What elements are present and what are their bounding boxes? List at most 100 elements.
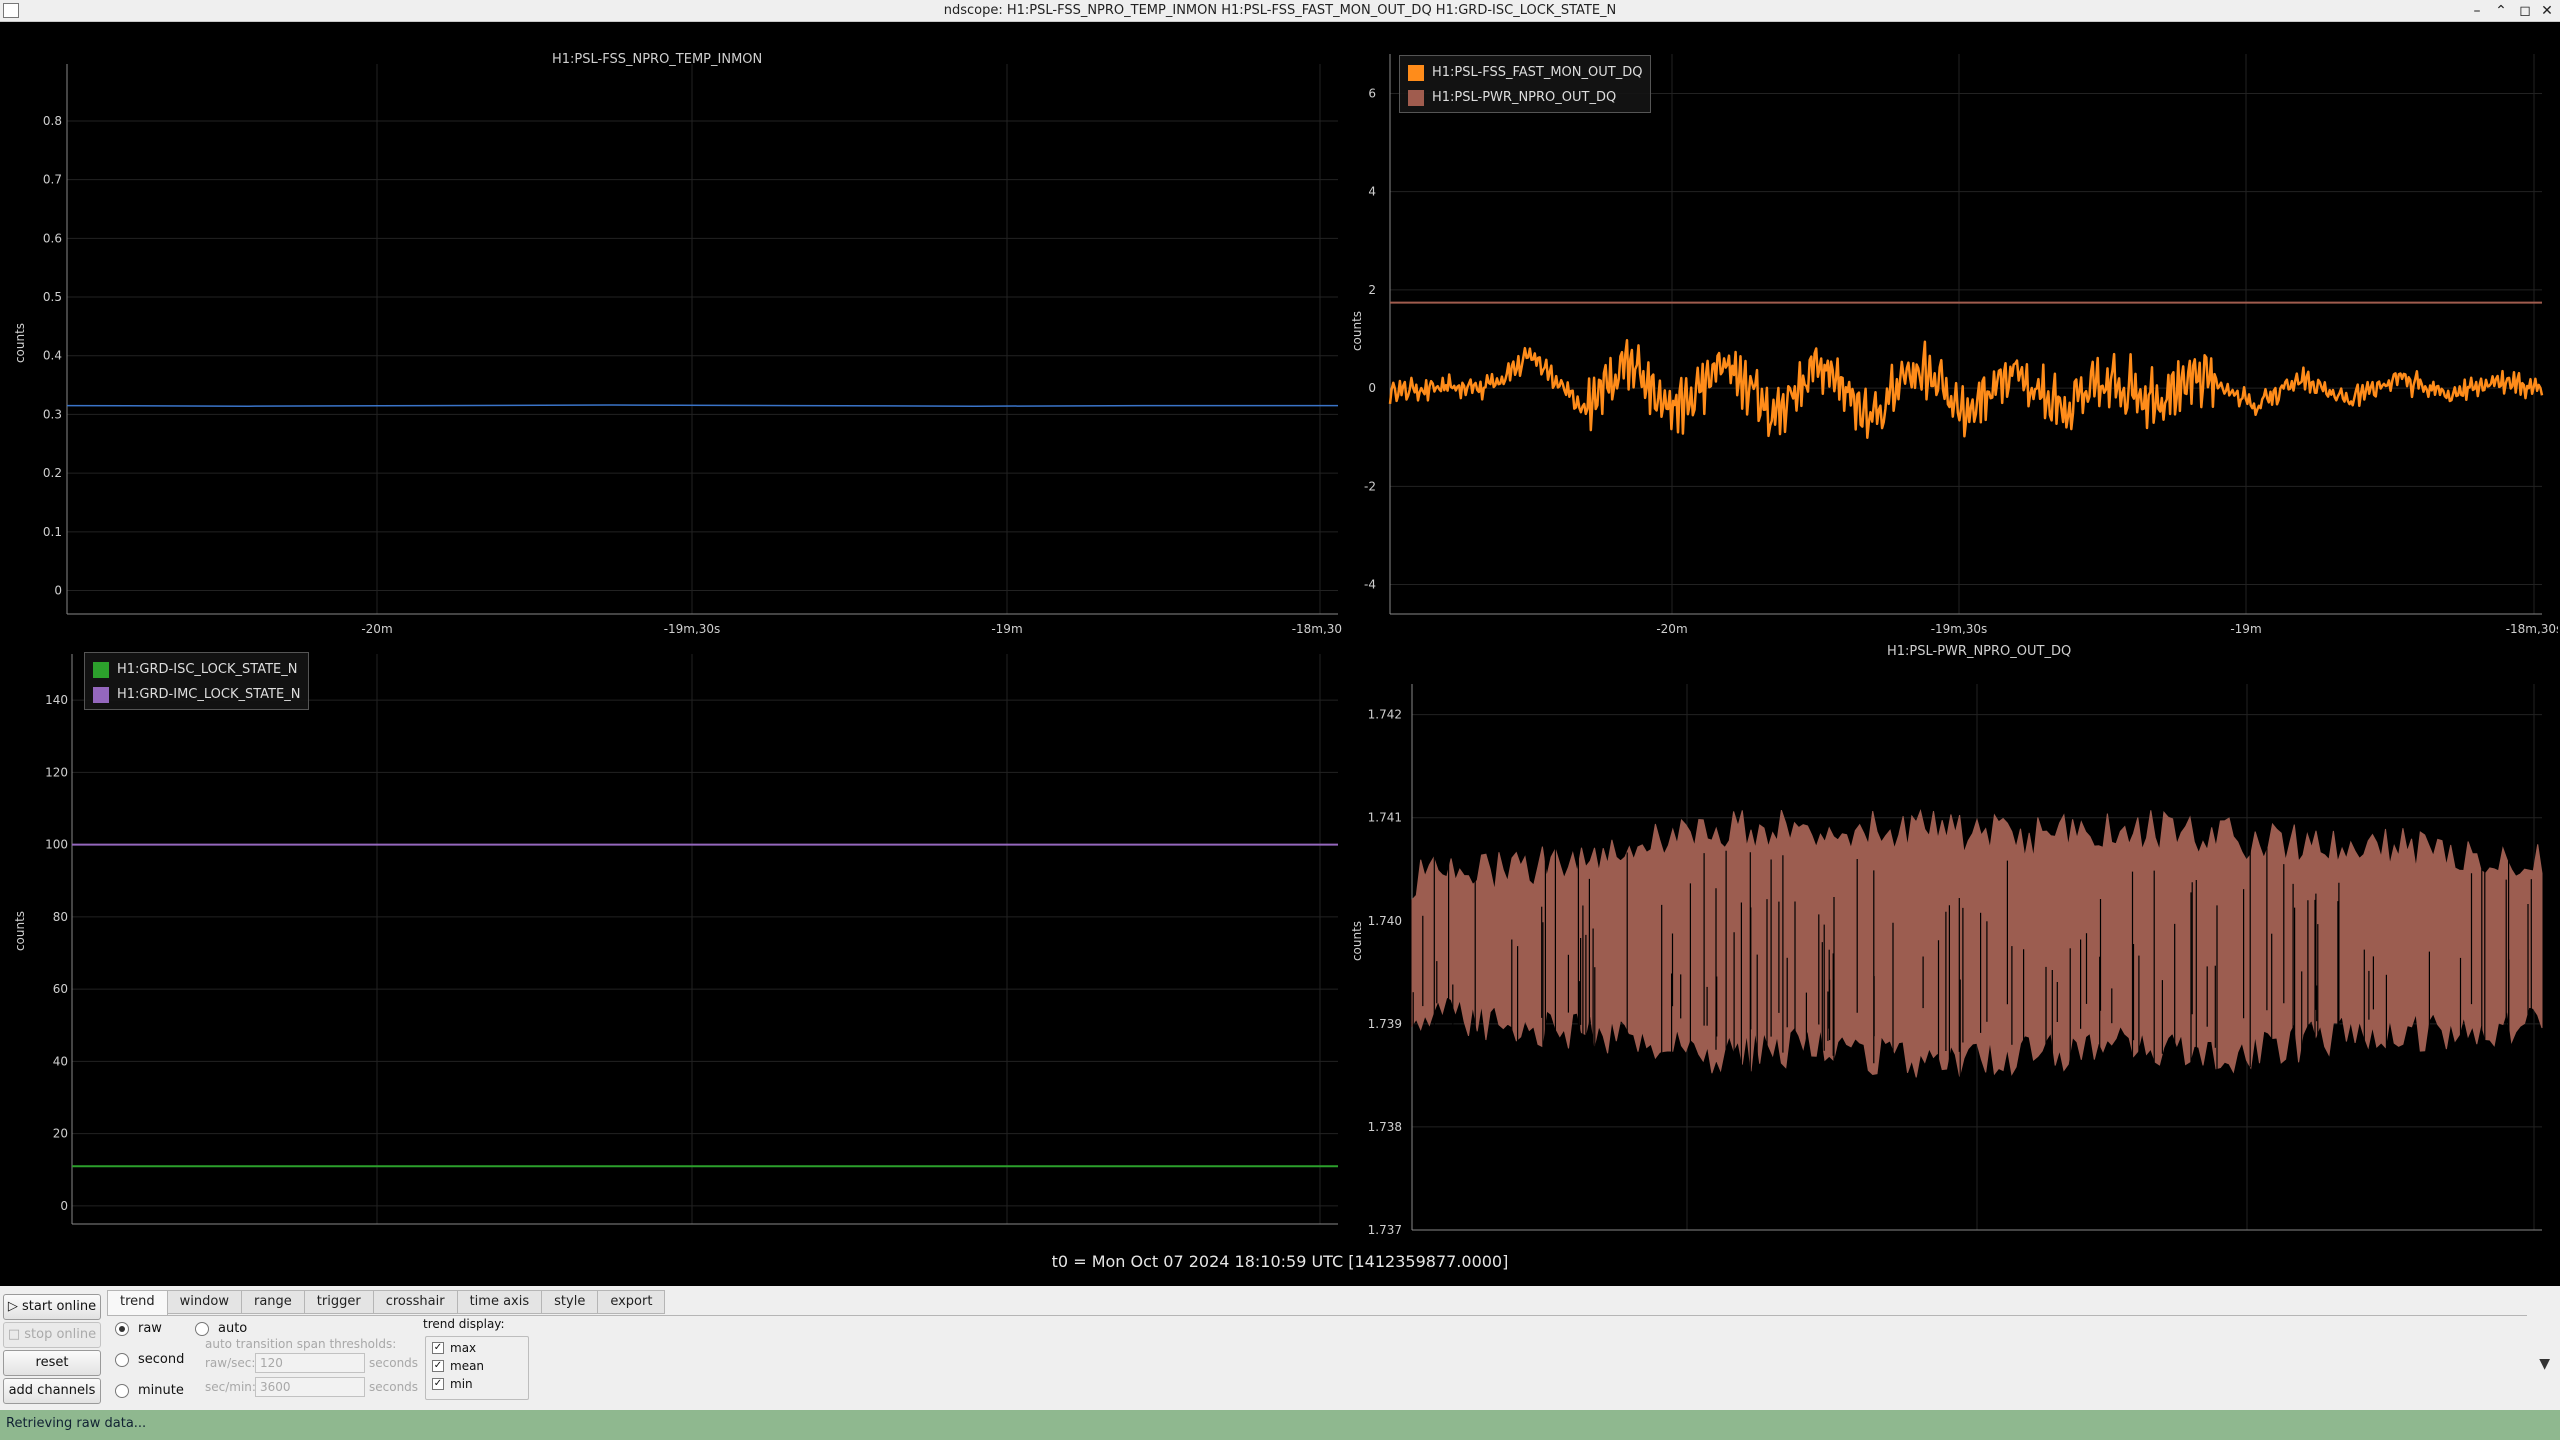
check-icon: ✓: [432, 1360, 444, 1372]
legend-item-fast-mon[interactable]: H1:PSL-FSS_FAST_MON_OUT_DQ: [1408, 60, 1642, 85]
plot-pwr-npro-ylabel: counts: [1350, 920, 1365, 962]
start-online-label: start online: [22, 1299, 97, 1314]
scope-area: -20m -19m,30s -19m -18m,30s 0.8 0.7 0.6 0.5 0.4 0…: [2, 24, 2558, 1285]
tab-trend[interactable]: trend: [107, 1290, 168, 1316]
series-line-npro-temp: [66, 404, 1338, 407]
plot-fast-mon-ylabel: counts: [1350, 310, 1365, 352]
tab-style[interactable]: style: [541, 1290, 599, 1314]
trend-auto-radio[interactable]: auto: [195, 1321, 247, 1336]
sec-min-input[interactable]: 3600: [255, 1377, 365, 1397]
maximize-icon[interactable]: ◻: [2514, 1, 2536, 21]
y-tick-label: 1.742: [1368, 708, 1402, 722]
trend-raw-radio[interactable]: raw: [115, 1321, 162, 1336]
plot-npro-temp-ylabel: counts: [13, 322, 28, 364]
expand-panel-icon[interactable]: ▼: [2539, 1356, 2550, 1372]
y-tick-label: 1.741: [1368, 811, 1402, 825]
trend-min-checkbox[interactable]: ✓ min: [432, 1377, 473, 1391]
x-tick-label: -20m: [361, 1232, 392, 1234]
plot-npro-temp-canvas[interactable]: -20m -19m,30s -19m -18m,30s 0.8 0.7 0.6 0.5 0.4 0…: [2, 24, 1342, 634]
raw-sec-input[interactable]: 120: [255, 1353, 365, 1373]
y-tick-label: 0.2: [43, 466, 62, 480]
legend-swatch-imc-lock: [93, 686, 109, 703]
tab-crosshair[interactable]: crosshair: [372, 1290, 458, 1314]
trend-min-label: min: [450, 1377, 473, 1391]
y-tick-label: 1.738: [1368, 1120, 1402, 1134]
trend-display-group: ✓ max ✓ mean ✓ min: [425, 1336, 529, 1400]
y-tick-label: -2: [1364, 479, 1376, 493]
plot-lock-state-ylabel: counts: [13, 910, 28, 952]
legend-item-pwr-npro[interactable]: H1:PSL-PWR_NPRO_OUT_DQ: [1408, 85, 1642, 110]
start-online-button[interactable]: ▷ start online: [3, 1294, 101, 1320]
stop-online-label: stop online: [24, 1327, 97, 1342]
y-tick-label: 0.7: [43, 173, 62, 187]
close-icon[interactable]: ✕: [2536, 1, 2558, 21]
x-tick-label: -18m,30s: [1292, 1232, 1342, 1234]
restore-icon[interactable]: ⌃: [2490, 1, 2512, 21]
trend-minute-radio[interactable]: minute: [115, 1383, 184, 1398]
window-title: ndscope: H1:PSL-FSS_NPRO_TEMP_INMON H1:P…: [943, 3, 1617, 18]
y-tick-label: 0.8: [43, 114, 62, 128]
y-tick-label: 0.4: [43, 349, 62, 363]
tab-window[interactable]: window: [166, 1290, 242, 1314]
y-tick-label: 0.3: [43, 407, 62, 421]
raw-sec-label: raw/sec:: [205, 1356, 256, 1370]
x-tick-label: -20m: [361, 622, 392, 634]
y-tick-label: 4: [1368, 185, 1376, 199]
trend-second-radio[interactable]: second: [115, 1352, 184, 1367]
y-tick-label: 40: [53, 1054, 68, 1068]
raw-sec-unit: seconds: [369, 1356, 419, 1370]
y-tick-label: 0.6: [43, 231, 62, 245]
y-tick-label: 0.5: [43, 290, 62, 304]
x-tick-label: -19m,30s: [664, 622, 721, 634]
y-tick-label: 20: [53, 1127, 68, 1141]
settings-tabs: trend window range trigger crosshair tim…: [107, 1290, 666, 1316]
y-tick-label: 0.1: [43, 525, 62, 539]
tab-range[interactable]: range: [240, 1290, 305, 1314]
legend-item-imc-lock[interactable]: H1:GRD-IMC_LOCK_STATE_N: [93, 682, 300, 707]
tab-trigger[interactable]: trigger: [303, 1290, 374, 1314]
auto-threshold-title: auto transition span thresholds:: [205, 1337, 397, 1351]
check-icon: ✓: [432, 1342, 444, 1354]
radio-unchecked-icon: [115, 1352, 129, 1367]
radio-unchecked-icon: [115, 1383, 129, 1398]
legend-item-isc-lock[interactable]: H1:GRD-ISC_LOCK_STATE_N: [93, 657, 300, 682]
plot-lock-state-canvas[interactable]: -20m -19m,30s -19m -18m,30s 140 120 100 80 60 40 2…: [2, 634, 1342, 1234]
y-tick-label: 100: [45, 838, 68, 852]
minimize-icon[interactable]: –: [2466, 1, 2488, 21]
radio-unchecked-icon: [195, 1321, 209, 1336]
legend-swatch-pwr-npro: [1408, 89, 1424, 106]
plot-lock-state[interactable]: -20m -19m,30s -19m -18m,30s 140 120 100 80 60 40 2…: [2, 634, 1342, 1234]
plot-fast-mon-canvas[interactable]: -20m -19m,30s -19m -18m,30s 6 4 2 0 -2 -4: [1342, 24, 2558, 634]
y-tick-label: 1.739: [1368, 1017, 1402, 1031]
y-tick-label: 140: [45, 693, 68, 707]
legend-label-isc-lock: H1:GRD-ISC_LOCK_STATE_N: [117, 662, 298, 677]
reset-button[interactable]: reset: [3, 1350, 101, 1376]
x-tick-label: -19m,30s: [1931, 622, 1988, 634]
trend-tab-pane: raw auto second minute auto transition s…: [107, 1315, 2527, 1405]
plot-fast-mon[interactable]: -20m -19m,30s -19m -18m,30s 6 4 2 0 -2 -4 counts …: [1342, 24, 2558, 634]
check-icon: ✓: [432, 1378, 444, 1390]
plot-fast-mon-legend: H1:PSL-FSS_FAST_MON_OUT_DQ H1:PSL-PWR_NP…: [1399, 55, 1652, 113]
y-tick-label: 1.740: [1368, 914, 1402, 928]
y-tick-label: 80: [53, 910, 68, 924]
trend-max-checkbox[interactable]: ✓ max: [432, 1341, 476, 1355]
status-bar: Retrieving raw data...: [0, 1410, 2560, 1440]
y-tick-label: 0: [54, 584, 62, 598]
y-tick-label: 6: [1368, 86, 1376, 100]
y-tick-label: 60: [53, 982, 68, 996]
tab-export[interactable]: export: [597, 1290, 666, 1314]
trend-max-label: max: [450, 1341, 477, 1355]
x-tick-label: -19m: [991, 1232, 1022, 1234]
plot-npro-temp[interactable]: -20m -19m,30s -19m -18m,30s 0.8 0.7 0.6 0.5 0.4 0…: [2, 24, 1342, 634]
plot-pwr-npro[interactable]: -20m-19m,30s-19m-18m,30s1.7421.7411.7401…: [1342, 634, 2558, 1234]
trend-raw-label: raw: [138, 1321, 162, 1336]
plot-pwr-npro-canvas[interactable]: -20m-19m,30s-19m-18m,30s1.7421.7411.7401…: [1342, 634, 2558, 1234]
x-tick-label: -19m: [2230, 622, 2261, 634]
legend-swatch-isc-lock: [93, 661, 109, 678]
trend-mean-checkbox[interactable]: ✓ mean: [432, 1359, 484, 1373]
add-channels-button[interactable]: add channels: [3, 1378, 101, 1404]
stop-online-button[interactable]: □ stop online: [3, 1322, 101, 1348]
y-tick-label: 0: [60, 1199, 68, 1213]
x-tick-label: -19m: [991, 622, 1022, 634]
tab-time-axis[interactable]: time axis: [456, 1290, 543, 1314]
